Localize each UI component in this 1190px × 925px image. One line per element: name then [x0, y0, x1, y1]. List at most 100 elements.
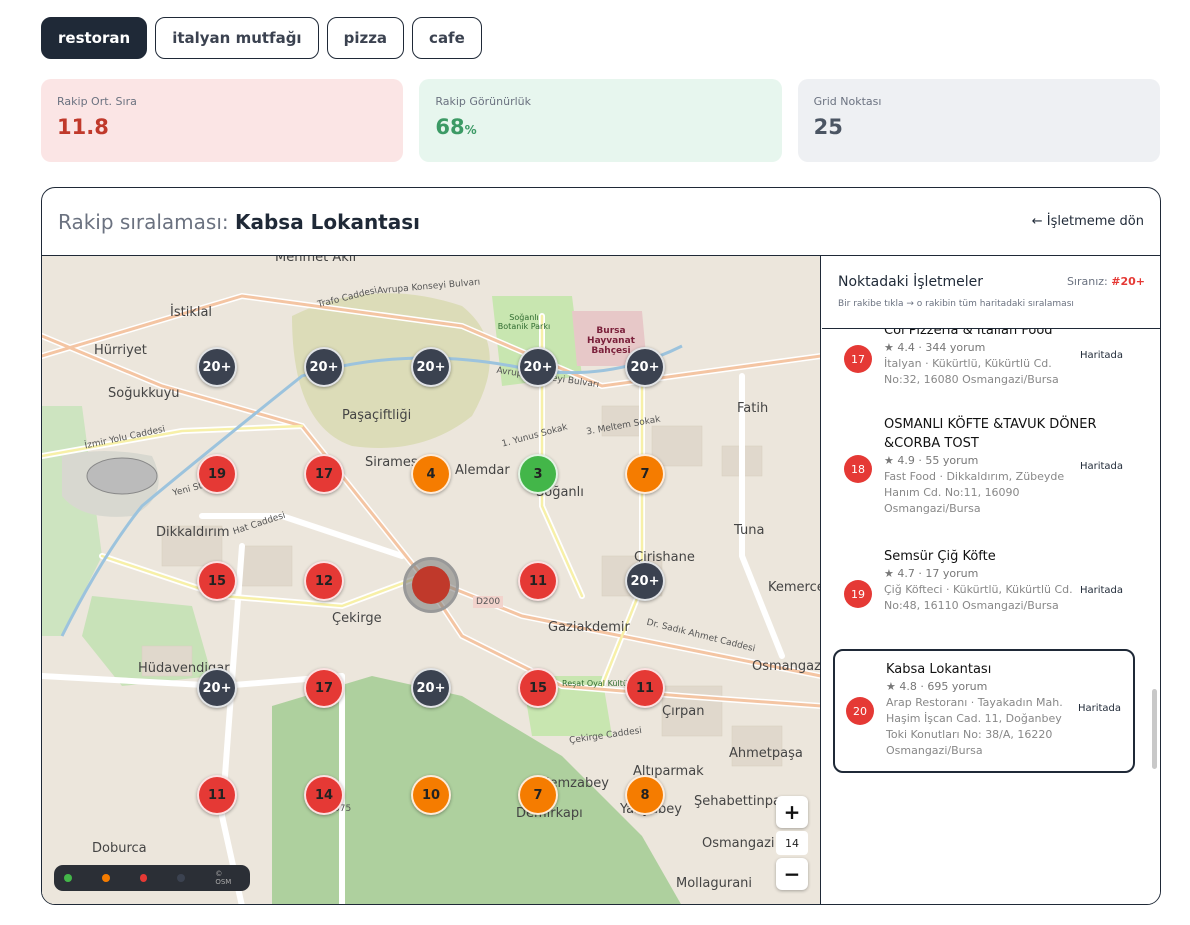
grid-marker[interactable]: 20+: [197, 668, 237, 708]
keyword-tabs: restoran italyan mutfağı pizza cafe: [41, 17, 482, 59]
business-address: Arap Restoranı · Tayakadın Mah. Haşim İş…: [886, 696, 1063, 757]
business-address: İtalyan · Kükürtlü, Kükürtlü Cd. No:32, …: [884, 357, 1059, 386]
map-label-mehmet-akif: Mehmet Akif: [275, 256, 357, 265]
map-label-osmangazi-2: Osmangazi: [702, 836, 775, 851]
legend-dot-red: [139, 874, 148, 882]
business-name: Kabsa Lokantası: [886, 662, 992, 677]
rank-badge: 20: [846, 697, 874, 725]
zoom-out-button[interactable]: −: [776, 858, 808, 890]
grid-marker[interactable]: 15: [197, 561, 237, 601]
stat-visibility-unit: %: [464, 123, 477, 137]
business-address: Çiğ Köfteci · Kükürtlü, Kükürtlü Cd. No:…: [884, 583, 1073, 612]
stats-row: Rakip Ort. Sıra 11.8 Rakip Görünürlük 68…: [41, 79, 1160, 162]
grid-marker[interactable]: 14: [304, 775, 344, 815]
grid-marker[interactable]: 20+: [411, 347, 451, 387]
map-label-sogukkuyu: Soğukkuyu: [108, 386, 180, 401]
business-address: Fast Food · Dikkaldırım, Zübeyde Hanım C…: [884, 470, 1065, 515]
zoom-level: 14: [776, 831, 808, 855]
competitor-panel: Rakip sıralaması: Kabsa Lokantası ← İşle…: [41, 187, 1161, 905]
map-label-ahmetpasa: Ahmetpaşa: [729, 746, 803, 761]
grid-marker[interactable]: 17: [304, 668, 344, 708]
map-label-kemerce: Kemerce: [768, 580, 821, 595]
rank-badge: 18: [844, 455, 872, 483]
rank-grid-map[interactable]: Mehmet Akif İstiklal Hürriyet Soğukkuyu …: [42, 256, 821, 904]
grid-marker[interactable]: 3: [518, 454, 558, 494]
business-name: Coi Pizzeria & Italian Food: [884, 329, 1053, 338]
map-label-istiklal: İstiklal: [170, 305, 213, 320]
business-rating: ★ 4.8 · 695 yorum: [886, 680, 988, 693]
grid-marker[interactable]: 11: [518, 561, 558, 601]
grid-marker[interactable]: 20+: [625, 347, 665, 387]
grid-marker[interactable]: 7: [518, 775, 558, 815]
stat-grid: Grid Noktası 25: [797, 79, 1160, 162]
business-card[interactable]: 19 Semsür Çiğ Köfte ★ 4.7 · 17 yorum Çiğ…: [833, 547, 1135, 614]
business-card[interactable]: 18 OSMANLI KÖFTE &TAVUK DÖNER &CORBA TOS…: [833, 415, 1135, 517]
panel-title-name: Kabsa Lokantası: [234, 209, 420, 234]
tab-pizza[interactable]: pizza: [326, 17, 405, 59]
map-label-hurriyet: Hürriyet: [94, 343, 147, 358]
grid-marker[interactable]: 20+: [197, 347, 237, 387]
business-card-selected[interactable]: 20 Kabsa Lokantası ★ 4.8 · 695 yorum Ara…: [833, 649, 1135, 773]
stat-visibility-value: 68: [435, 115, 465, 139]
panel-title-prefix: Rakip sıralaması:: [58, 209, 229, 234]
sidebar-scrollbar[interactable]: [1152, 689, 1157, 769]
business-list[interactable]: 17 Coi Pizzeria & Italian Food ★ 4.4 · 3…: [822, 329, 1160, 904]
business-center-dot: [412, 566, 450, 604]
map-label-cekirge: Çekirge: [332, 611, 382, 626]
grid-marker[interactable]: 11: [197, 775, 237, 815]
show-on-map-link[interactable]: Haritada: [1080, 585, 1123, 596]
zoom-in-button[interactable]: +: [776, 796, 808, 828]
grid-marker[interactable]: 20+: [518, 347, 558, 387]
map-legend: © OSM: [54, 865, 250, 891]
map-label-gaziakdemir: Gaziakdemir: [548, 620, 630, 635]
grid-marker[interactable]: 11: [625, 668, 665, 708]
map-label-alemdar: Alemdar: [455, 463, 510, 478]
rank-badge: 19: [844, 580, 872, 608]
zoom-control: + 14 −: [776, 796, 808, 890]
legend-dot-orange: [101, 874, 110, 882]
osm-attribution: © OSM: [215, 870, 232, 886]
your-rank-value: #20+: [1111, 275, 1145, 288]
grid-marker[interactable]: 20+: [411, 668, 451, 708]
tab-cafe[interactable]: cafe: [412, 17, 482, 59]
stat-avg-rank-value: 11.8: [57, 115, 109, 139]
businesses-sidebar: Noktadaki İşletmeler Sıranız: #20+ Bir r…: [822, 256, 1160, 904]
tab-italyan-mutfagi[interactable]: italyan mutfağı: [155, 17, 319, 59]
map-label-doburca: Doburca: [92, 841, 147, 856]
rank-badge: 17: [844, 345, 872, 373]
panel-title: Rakip sıralaması: Kabsa Lokantası: [58, 210, 420, 234]
tab-restoran[interactable]: restoran: [41, 17, 148, 59]
stat-avg-rank-label: Rakip Ort. Sıra: [57, 95, 137, 108]
business-card[interactable]: 17 Coi Pizzeria & Italian Food ★ 4.4 · 3…: [833, 329, 1135, 388]
show-on-map-link[interactable]: Haritada: [1078, 703, 1121, 714]
grid-marker[interactable]: 12: [304, 561, 344, 601]
grid-marker[interactable]: 20+: [304, 347, 344, 387]
map-label-osmangazi: Osmangazi: [752, 659, 821, 674]
grid-marker[interactable]: 8: [625, 775, 665, 815]
map-label-botanik-parki: Soğanlı Botanik Parkı: [497, 313, 551, 331]
map-label-cirpan: Çırpan: [662, 704, 705, 719]
stat-visibility: Rakip Görünürlük 68%: [419, 79, 782, 162]
stat-visibility-label: Rakip Görünürlük: [435, 95, 531, 108]
business-rating: ★ 4.7 · 17 yorum: [884, 567, 979, 580]
business-name: OSMANLI KÖFTE &TAVUK DÖNER &CORBA TOST: [884, 417, 1097, 451]
grid-marker[interactable]: 4: [411, 454, 451, 494]
back-to-my-business-link[interactable]: ← İşletmeme dön: [1032, 214, 1144, 229]
grid-marker[interactable]: 10: [411, 775, 451, 815]
grid-marker[interactable]: 17: [304, 454, 344, 494]
show-on-map-link[interactable]: Haritada: [1080, 461, 1123, 472]
grid-marker[interactable]: 15: [518, 668, 558, 708]
business-center-pin[interactable]: [403, 557, 459, 613]
stat-visibility-value-wrap: 68%: [435, 115, 765, 139]
map-label-d200: D200: [473, 596, 504, 608]
your-rank: Sıranız: #20+: [1067, 275, 1145, 288]
grid-marker[interactable]: 19: [197, 454, 237, 494]
legend-dot-dark: [177, 874, 186, 882]
grid-marker[interactable]: 7: [625, 454, 665, 494]
map-label-mollagurani: Mollagurani: [676, 876, 753, 891]
grid-marker[interactable]: 20+: [625, 561, 665, 601]
map-label-dikkaldirim: Dikkaldırım: [156, 525, 230, 540]
stat-avg-rank: Rakip Ort. Sıra 11.8: [41, 79, 404, 162]
show-on-map-link[interactable]: Haritada: [1080, 350, 1123, 361]
stat-grid-label: Grid Noktası: [813, 95, 882, 108]
